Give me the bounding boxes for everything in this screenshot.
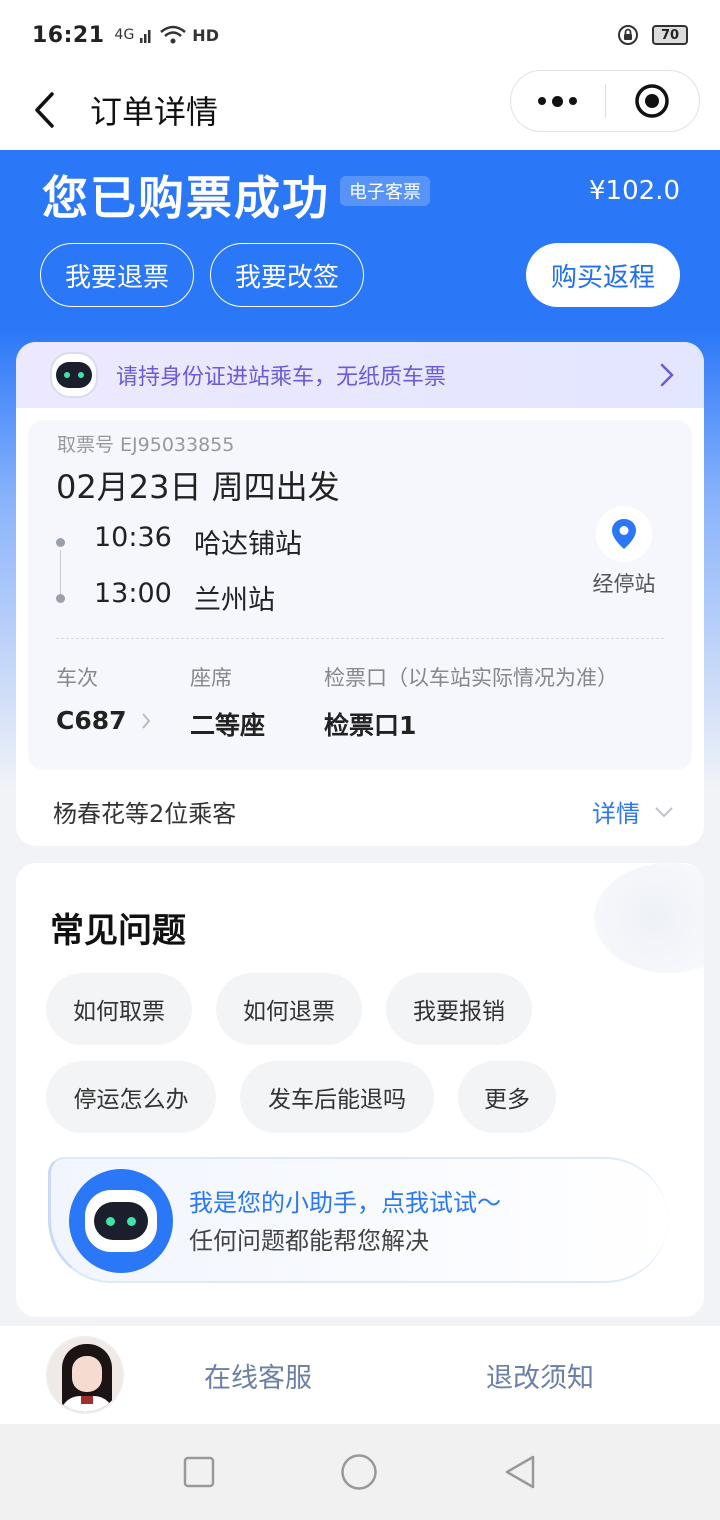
more-dot-icon: [569, 97, 578, 105]
depart-time: 10:36: [94, 522, 172, 553]
back-arrow-icon: [35, 92, 54, 128]
depart-station: 哈达铺站: [194, 529, 302, 560]
faq-card: 常见问题 如何取票 如何退票 我要报销 停运怎么办 发车后能退吗 更多 我是您的…: [16, 863, 704, 1317]
decorative-circle: [594, 863, 704, 973]
passenger-detail-toggle[interactable]: 详情: [592, 794, 674, 829]
online-service-button[interactable]: 在线客服: [204, 1356, 312, 1395]
gate-value: 检票口1: [324, 711, 417, 740]
status-time: 16:21: [32, 22, 105, 48]
more-dot-icon: [538, 97, 547, 105]
faq-chip[interactable]: 如何取票: [46, 973, 192, 1045]
arrive-station: 兰州站: [194, 585, 275, 616]
target-close-icon: [635, 84, 669, 118]
stops-label: 经停站: [592, 572, 656, 596]
page-title: 订单详情: [90, 93, 219, 131]
train-number: C687: [56, 706, 127, 735]
status-bar: 16:21 4G HD 70: [0, 0, 720, 70]
faq-chip[interactable]: 如何退票: [216, 973, 362, 1045]
more-button[interactable]: [511, 95, 605, 107]
dashed-divider: [56, 638, 664, 639]
depart-dot: [56, 538, 65, 547]
hd-indicator: HD: [192, 25, 219, 45]
pickup-number: 取票号 EJ95033855: [57, 434, 235, 456]
stops-button[interactable]: 经停站: [584, 506, 664, 598]
seat-class: 二等座: [190, 711, 266, 740]
faq-chip[interactable]: 发车后能退吗: [240, 1061, 434, 1133]
network-type: 4G: [114, 27, 135, 43]
assistant-robot-icon: [69, 1169, 173, 1273]
arrive-time: 13:00: [94, 578, 172, 609]
gate-label: 检票口（以车站实际情况为准）: [324, 666, 618, 690]
chevron-right-icon: [660, 363, 674, 387]
assistant-banner[interactable]: 我是您的小助手，点我试试～ 任何问题都能帮您解决: [48, 1157, 668, 1283]
signal-bars-icon: [140, 30, 151, 43]
faq-more-chip[interactable]: 更多: [458, 1061, 556, 1133]
more-dot-icon: [552, 95, 564, 107]
chevron-down-icon: [655, 806, 673, 817]
recents-square-icon[interactable]: [183, 1456, 215, 1488]
refund-button[interactable]: 我要退票: [40, 243, 194, 307]
assistant-title: 我是您的小助手，点我试试～: [189, 1189, 501, 1217]
success-title: 您已购票成功: [42, 171, 330, 225]
passenger-summary: 杨春花等2位乘客: [53, 800, 237, 828]
customer-service-avatar[interactable]: [46, 1336, 124, 1414]
system-navigation-bar: [0, 1424, 720, 1520]
rotation-lock-icon: [618, 25, 638, 45]
assistant-subtitle: 任何问题都能帮您解决: [189, 1227, 429, 1255]
trip-info-panel: 取票号 EJ95033855 02月23日 周四出发 10:36 哈达铺站 13…: [28, 420, 692, 770]
faq-chip[interactable]: 停运怎么办: [46, 1061, 216, 1133]
change-ticket-button[interactable]: 我要改签: [210, 243, 364, 307]
departure-date: 02月23日 周四出发: [56, 468, 340, 506]
buy-return-button[interactable]: 购买返程: [526, 243, 680, 307]
close-miniprogram-button[interactable]: [606, 82, 700, 120]
back-triangle-icon[interactable]: [503, 1454, 537, 1490]
robot-icon: [50, 352, 98, 398]
route-line: [60, 550, 61, 598]
location-pin-icon: [596, 506, 652, 562]
arrive-dot: [56, 594, 65, 603]
wifi-icon: [160, 25, 187, 44]
miniprogram-capsule: [510, 70, 700, 132]
faq-title: 常见问题: [50, 911, 186, 951]
chevron-right-icon: [141, 712, 150, 729]
train-label: 车次: [56, 666, 98, 690]
id-notice-banner[interactable]: 请持身份证进站乘车，无纸质车票: [16, 342, 704, 408]
order-price: ¥102.0: [589, 176, 680, 206]
refund-rules-button[interactable]: 退改须知: [486, 1356, 594, 1395]
signal-indicator: 4G HD: [115, 25, 219, 45]
notice-text: 请持身份证进站乘车，无纸质车票: [116, 365, 447, 390]
faq-chip[interactable]: 我要报销: [386, 973, 532, 1045]
battery-indicator: 70: [652, 25, 688, 45]
back-button[interactable]: [4, 70, 84, 150]
train-number-link[interactable]: C687: [56, 706, 151, 735]
home-circle-icon[interactable]: [340, 1453, 378, 1491]
seat-label: 座席: [190, 666, 232, 690]
detail-label: 详情: [592, 800, 640, 828]
ticket-card: 请持身份证进站乘车，无纸质车票 取票号 EJ95033855 02月23日 周四…: [16, 342, 704, 846]
navigation-bar: 订单详情: [0, 70, 720, 150]
bottom-action-bar: 在线客服 退改须知: [0, 1326, 720, 1424]
e-ticket-badge: 电子客票: [340, 176, 430, 206]
